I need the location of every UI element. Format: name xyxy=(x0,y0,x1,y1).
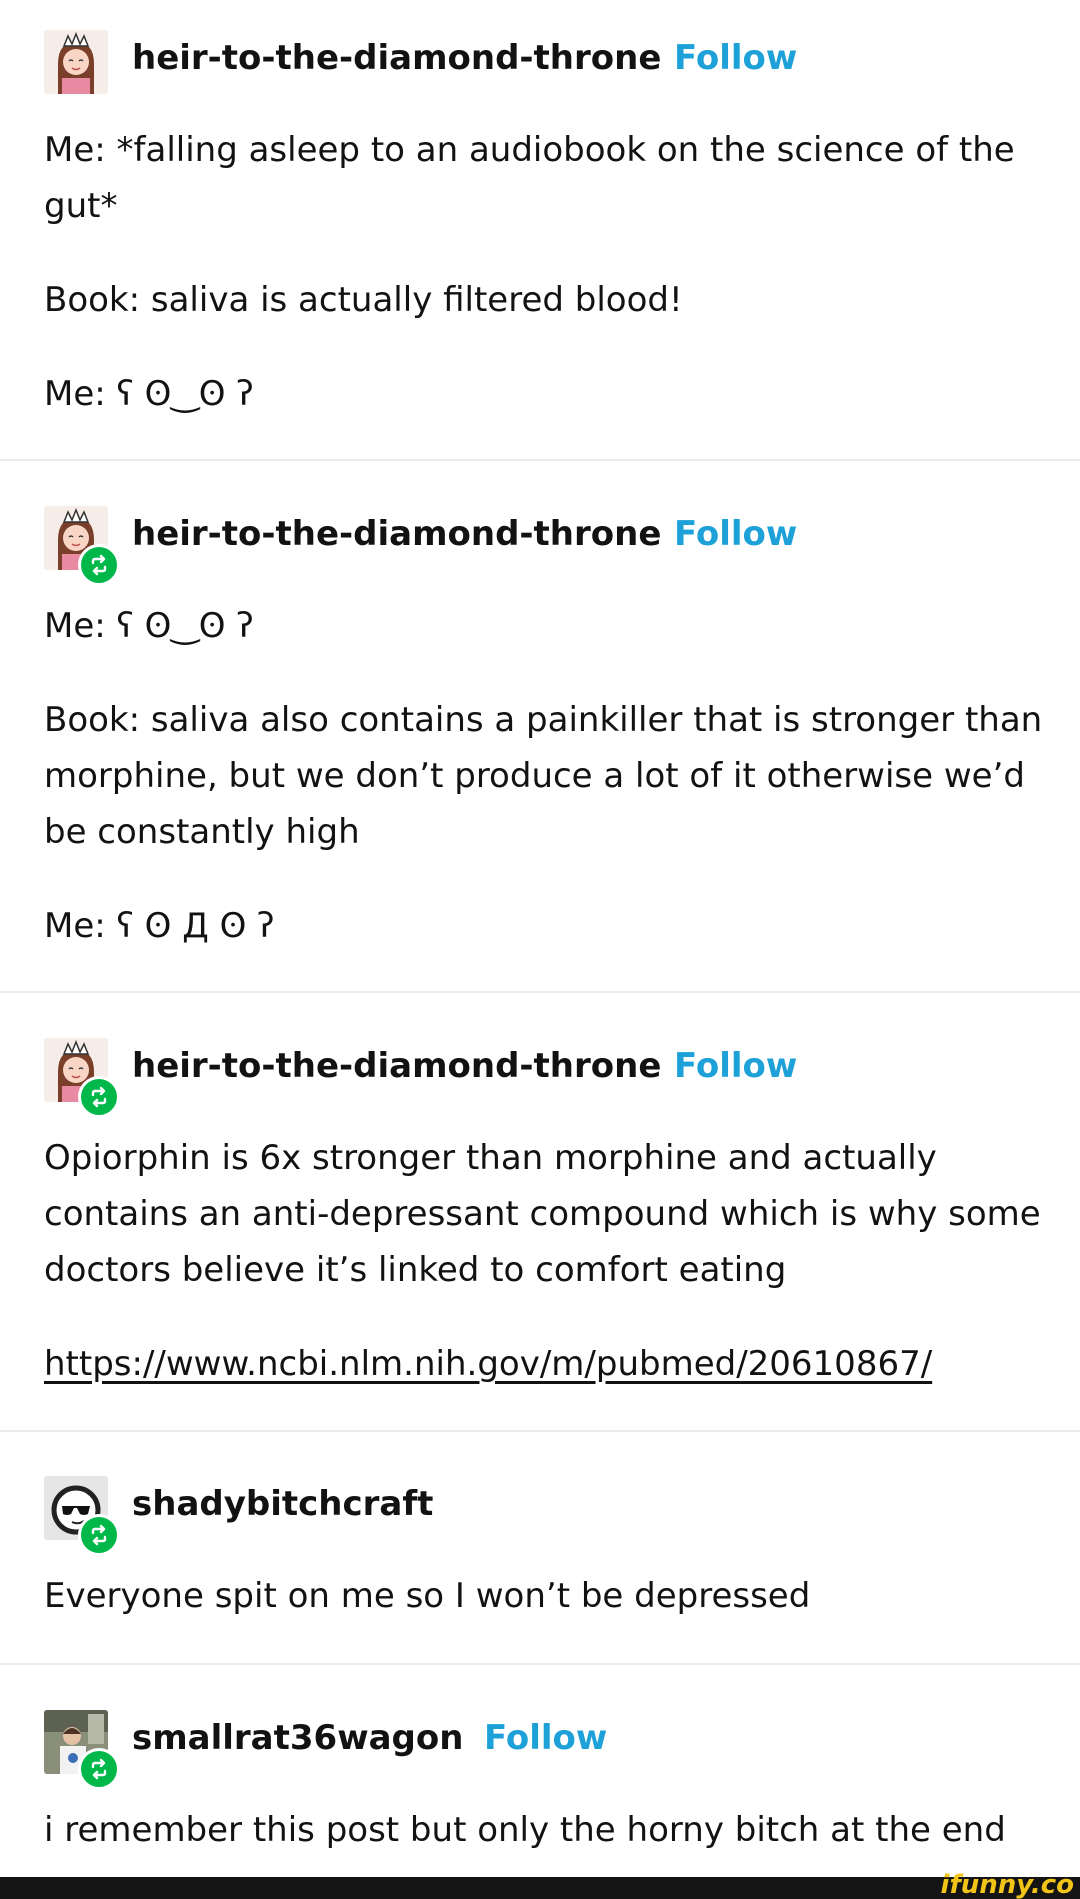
post-divider xyxy=(0,459,1080,461)
watermark-bar xyxy=(0,1877,1080,1899)
follow-button[interactable]: Follow xyxy=(484,1716,607,1760)
post-text: Everyone spit on me so I won’t be depres… xyxy=(44,1576,811,1616)
post-header: heir-to-the-diamond-throne Follow xyxy=(44,1038,1044,1118)
pubmed-link[interactable]: https://www.ncbi.nlm.nih.gov/m/pubmed/20… xyxy=(44,1344,932,1384)
post-text: Me: ʕ ʘ‿ʘ ʔ xyxy=(44,606,254,646)
post-text: Book: saliva is actually filtered blood! xyxy=(44,280,683,320)
post-text: Book: saliva also contains a painkiller … xyxy=(44,700,1043,740)
ifunny-watermark: ifunny.co xyxy=(940,1870,1074,1899)
post-username[interactable]: smallrat36wagon xyxy=(132,1716,463,1760)
post-text: morphine, but we don’t produce a lot of … xyxy=(44,756,1025,796)
post-text: Me: ʕ ʘ Д ʘ ʔ xyxy=(44,906,275,946)
post-username[interactable]: shadybitchcraft xyxy=(132,1482,433,1526)
follow-button[interactable]: Follow xyxy=(674,36,797,80)
post-text: Me: ʕ ʘ‿ʘ ʔ xyxy=(44,374,254,414)
post-text: Opiorphin is 6x stronger than morphine a… xyxy=(44,1138,937,1178)
post-text: i remember this post but only the horny … xyxy=(44,1810,1006,1850)
follow-button[interactable]: Follow xyxy=(674,512,797,556)
post-text: be constantly high xyxy=(44,812,360,852)
post-divider xyxy=(0,1663,1080,1665)
post-text: gut* xyxy=(44,186,118,226)
post-header: smallrat36wagon Follow xyxy=(44,1710,1044,1790)
post-header: heir-to-the-diamond-throne Follow xyxy=(44,506,1044,586)
anime-girl-avatar-icon[interactable] xyxy=(44,30,108,94)
reblog-icon xyxy=(78,1748,120,1790)
post-username[interactable]: heir-to-the-diamond-throne xyxy=(132,1044,661,1088)
post-text: contains an anti-depressant compound whi… xyxy=(44,1194,1041,1234)
reblog-icon xyxy=(78,544,120,586)
post-link-paragraph: https://www.ncbi.nlm.nih.gov/m/pubmed/20… xyxy=(44,1336,1044,1392)
post-username[interactable]: heir-to-the-diamond-throne xyxy=(132,36,661,80)
follow-button[interactable]: Follow xyxy=(674,1044,797,1088)
reblog-icon xyxy=(78,1076,120,1118)
reblog-icon xyxy=(78,1514,120,1556)
post-divider xyxy=(0,1430,1080,1432)
post-header: heir-to-the-diamond-throne Follow xyxy=(44,30,1044,94)
post-divider xyxy=(0,991,1080,993)
post-username[interactable]: heir-to-the-diamond-throne xyxy=(132,512,661,556)
tumblr-post-thread: heir-to-the-diamond-throne Follow Me: *f… xyxy=(0,0,1080,1899)
post-header: shadybitchcraft xyxy=(44,1476,1044,1556)
post-text: Me: *falling asleep to an audiobook on t… xyxy=(44,130,1015,170)
post-text: doctors believe it’s linked to comfort e… xyxy=(44,1250,787,1290)
